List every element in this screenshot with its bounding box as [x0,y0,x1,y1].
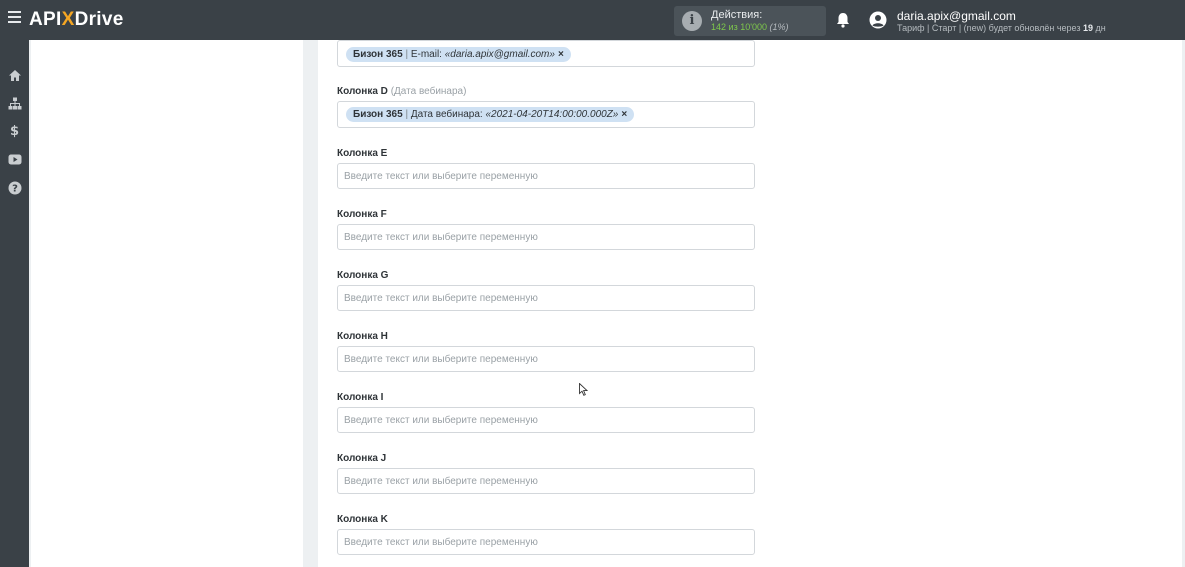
column-e-label: Колонка E [337,148,388,159]
column-i-input[interactable] [337,407,755,433]
column-c-field[interactable]: Бизон 365 | E-mail: «daria.apix@gmail.co… [337,40,755,67]
apix-drive-logo[interactable]: APIXDrive [29,9,124,31]
actions-title: Действия: [711,9,763,21]
mouse-cursor-icon [579,382,589,396]
remove-tag-icon[interactable]: × [558,49,564,60]
column-j-input[interactable] [337,468,755,494]
actions-count: 142 из 10'000 (1%) [711,22,789,32]
help-icon[interactable]: ? [7,180,22,195]
column-f-label: Колонка F [337,209,387,220]
remove-tag-icon[interactable]: × [621,109,627,120]
column-i-label: Колонка I [337,392,384,403]
left-panel [31,40,303,567]
dollar-icon[interactable]: $ [7,124,22,139]
bell-icon[interactable] [836,12,850,28]
user-email[interactable]: daria.apix@gmail.com [897,9,1016,23]
variable-tag[interactable]: Бизон 365 | E-mail: «daria.apix@gmail.co… [346,47,571,62]
actions-counter[interactable]: i Действия: 142 из 10'000 (1%) [674,6,826,36]
column-d-field[interactable]: Бизон 365 | Дата вебинара: «2021-04-20T1… [337,101,755,128]
user-avatar-icon[interactable] [869,11,887,29]
column-g-input[interactable] [337,285,755,311]
column-d-label: Колонка D (Дата вебинара) [337,86,467,97]
tariff-info: Тариф | Старт | (new) будет обновлён чер… [897,23,1106,33]
info-icon: i [682,11,702,31]
top-bar: APIXDrive i Действия: 142 из 10'000 (1%)… [0,0,1185,40]
menu-icon[interactable] [8,11,21,25]
variable-tag[interactable]: Бизон 365 | Дата вебинара: «2021-04-20T1… [346,107,635,122]
left-sidebar: $ ? [0,40,29,567]
column-h-label: Колонка H [337,331,388,342]
youtube-icon[interactable] [7,152,22,167]
column-k-input[interactable] [337,529,755,555]
column-e-input[interactable] [337,163,755,189]
column-j-label: Колонка J [337,453,387,464]
home-icon[interactable] [7,68,22,83]
column-h-input[interactable] [337,346,755,372]
column-g-label: Колонка G [337,270,389,281]
column-f-input[interactable] [337,224,755,250]
sitemap-icon[interactable] [7,96,22,111]
column-k-label: Колонка K [337,514,388,525]
svg-text:?: ? [12,183,18,194]
